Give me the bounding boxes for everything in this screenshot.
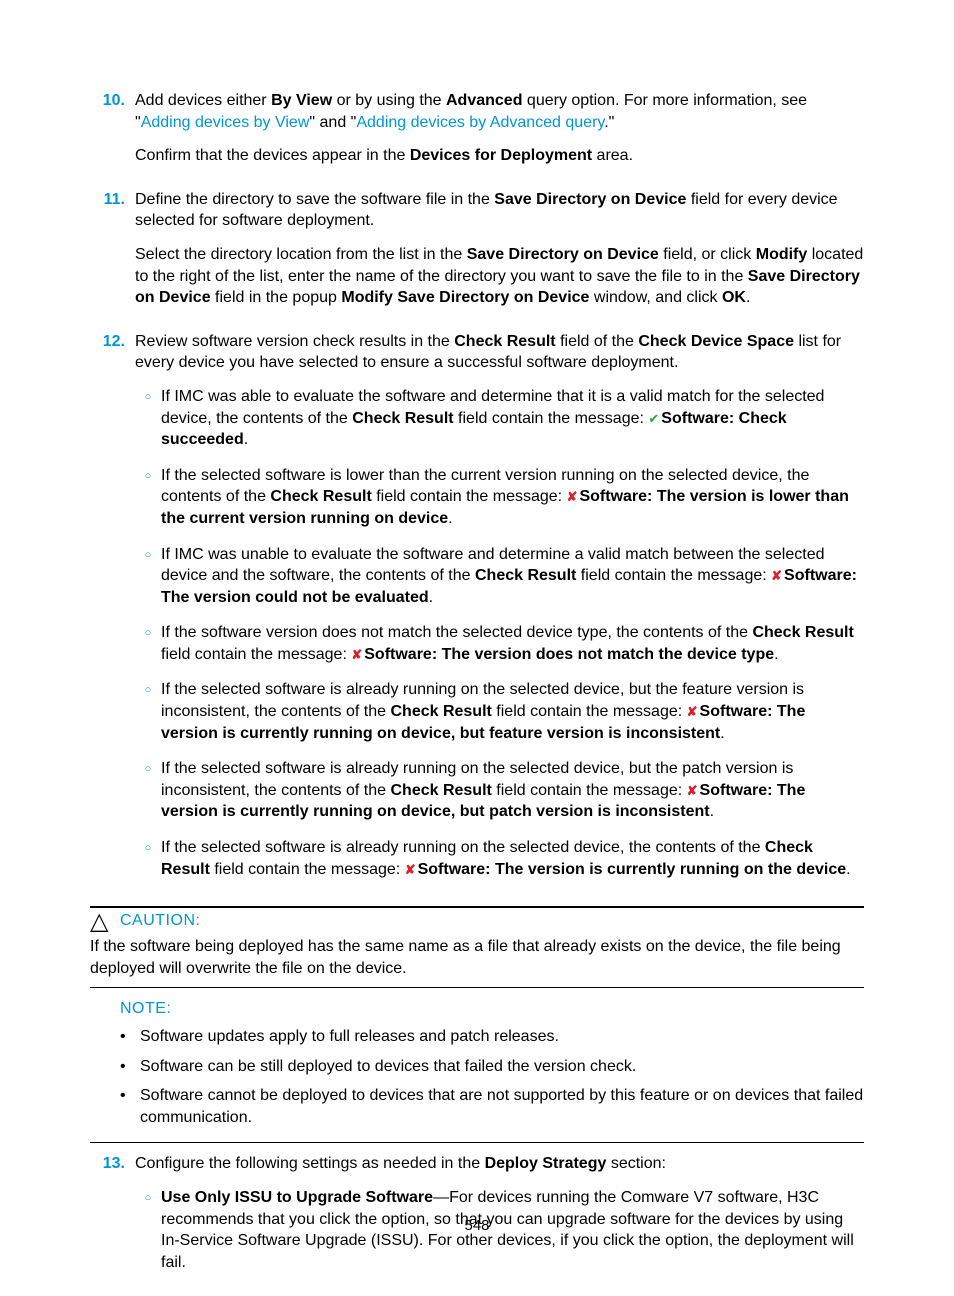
paragraph: Confirm that the devices appear in the D… [135, 145, 864, 167]
list-item: ○If the selected software is lower than … [135, 465, 864, 530]
bullet-icon: • [120, 1056, 140, 1078]
document-page: 10. Add devices either By View or by usi… [0, 0, 954, 1287]
check-icon: ✔ [648, 411, 661, 426]
caution-block: △ CAUTION: If the software being deploye… [90, 906, 864, 988]
step-body: Review software version check results in… [135, 331, 864, 894]
ordered-steps: 10. Add devices either By View or by usi… [90, 90, 864, 894]
circle-bullet-icon: ○ [135, 758, 161, 823]
list-item: ○If IMC was able to evaluate the softwar… [135, 386, 864, 451]
step-number: 12. [90, 331, 135, 894]
link-adding-by-advanced[interactable]: Adding devices by Advanced query [356, 114, 604, 131]
list-item: •Software cannot be deployed to devices … [120, 1085, 864, 1128]
paragraph: Review software version check results in… [135, 331, 864, 374]
list-item: ○If the selected software is already run… [135, 837, 864, 880]
paragraph: Select the directory location from the l… [135, 244, 864, 309]
circle-bullet-icon: ○ [135, 622, 161, 665]
step-number: 10. [90, 90, 135, 179]
cross-icon: ✘ [771, 568, 784, 583]
step-12: 12. Review software version check result… [90, 331, 864, 894]
step-body: Add devices either By View or by using t… [135, 90, 864, 179]
caution-label: CAUTION: [120, 910, 200, 932]
paragraph: Configure the following settings as need… [135, 1153, 864, 1175]
list-item: ○If the selected software is already run… [135, 758, 864, 823]
sub-list: ○If IMC was able to evaluate the softwar… [135, 386, 864, 880]
circle-bullet-icon: ○ [135, 837, 161, 880]
step-10: 10. Add devices either By View or by usi… [90, 90, 864, 179]
cross-icon: ✘ [687, 783, 700, 798]
bullet-icon: • [120, 1085, 140, 1128]
warning-triangle-icon: △ [90, 910, 120, 934]
bullet-icon: • [120, 1026, 140, 1048]
caution-body: If the software being deployed has the s… [90, 936, 864, 979]
step-number: 11. [90, 189, 135, 321]
link-adding-by-view[interactable]: Adding devices by View [141, 114, 310, 131]
circle-bullet-icon: ○ [135, 465, 161, 530]
cross-icon: ✘ [405, 862, 418, 877]
cross-icon: ✘ [351, 647, 364, 662]
cross-icon: ✘ [567, 489, 580, 504]
note-block: NOTE: •Software updates apply to full re… [90, 988, 864, 1143]
paragraph: Define the directory to save the softwar… [135, 189, 864, 232]
circle-bullet-icon: ○ [135, 679, 161, 744]
cross-icon: ✘ [687, 704, 700, 719]
list-item: •Software updates apply to full releases… [120, 1026, 864, 1048]
step-body: Define the directory to save the softwar… [135, 189, 864, 321]
list-item: ○If IMC was unable to evaluate the softw… [135, 544, 864, 609]
list-item: •Software can be still deployed to devic… [120, 1056, 864, 1078]
circle-bullet-icon: ○ [135, 544, 161, 609]
note-list: •Software updates apply to full releases… [120, 1026, 864, 1128]
note-label: NOTE: [120, 998, 864, 1020]
page-number: 548 [0, 1216, 954, 1236]
list-item: ○If the software version does not match … [135, 622, 864, 665]
paragraph: Add devices either By View or by using t… [135, 90, 864, 133]
step-11: 11. Define the directory to save the sof… [90, 189, 864, 321]
list-item: ○If the selected software is already run… [135, 679, 864, 744]
circle-bullet-icon: ○ [135, 386, 161, 451]
